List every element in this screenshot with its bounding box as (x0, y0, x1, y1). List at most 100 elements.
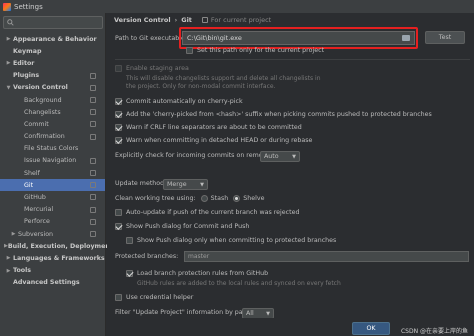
sidebar-item[interactable]: ▶ Build, Execution, Deployment (0, 240, 113, 252)
window-title: Settings (14, 2, 43, 11)
cherry-pick-suffix-checkbox[interactable] (115, 111, 122, 118)
watermark: CSDN @在亲要上岸的鱼 (400, 328, 468, 335)
tree-arrow-icon[interactable]: ▶ (4, 268, 13, 274)
load-protection-checkbox[interactable] (126, 270, 133, 277)
sidebar-item[interactable]: ▶ Languages & Frameworks (0, 252, 105, 264)
sidebar-item[interactable]: ▶ Editor (0, 57, 105, 69)
ok-button[interactable]: OK (352, 322, 390, 335)
sidebar-item[interactable]: Issue Navigation (0, 155, 105, 167)
sidebar-item[interactable]: Perforce (0, 216, 105, 228)
shelve-label: Shelve (243, 195, 265, 202)
staging-checkbox[interactable] (115, 65, 122, 72)
shelve-radio[interactable] (233, 195, 241, 202)
clean-tree-label: Clean working tree using: (115, 195, 196, 202)
chevron-down-icon: ▼ (200, 182, 204, 188)
staging-row[interactable]: Enable staging area (115, 65, 189, 72)
clean-tree-row: Clean working tree using: Stash Shelve (115, 195, 264, 202)
warn-detached-checkbox[interactable] (115, 137, 122, 144)
sidebar-item-label: File Status Colors (24, 145, 79, 153)
project-scope-icon (90, 206, 96, 213)
stash-label: Stash (210, 195, 229, 202)
set-path-row[interactable]: Set this path only for the current proje… (186, 47, 324, 54)
project-scope-icon (90, 121, 96, 128)
stash-radio[interactable] (200, 195, 208, 202)
tree-arrow-icon[interactable]: ▶ (9, 231, 18, 237)
sidebar-item[interactable]: Changelists (0, 106, 105, 118)
update-method-value: Merge (167, 181, 187, 188)
breadcrumb-parent[interactable]: Version Control (114, 16, 171, 24)
project-scope-icon (90, 218, 96, 225)
breadcrumb-separator: › (174, 16, 178, 24)
project-scope-icon (90, 157, 96, 164)
staging-hint-1: This will disable changelists support an… (126, 75, 321, 82)
protected-branches-input[interactable]: master (184, 251, 469, 262)
show-push-row[interactable]: Show Push dialog for Commit and Push (115, 223, 249, 230)
sidebar-item[interactable]: Keymap (0, 45, 105, 57)
staging-label: Enable staging area (126, 65, 189, 72)
sidebar-item-label: Subversion (18, 230, 54, 238)
sidebar-item[interactable]: Background (0, 94, 105, 106)
sidebar-item[interactable]: Advanced Settings (0, 277, 105, 289)
sidebar-item[interactable]: Plugins (0, 70, 105, 82)
auto-update-checkbox[interactable] (115, 209, 122, 216)
tree-arrow-icon[interactable]: ▶ (4, 255, 13, 261)
sidebar-item[interactable]: GitHub (0, 191, 105, 203)
credential-checkbox[interactable] (115, 294, 122, 301)
warn-crlf-checkbox[interactable] (115, 124, 122, 131)
sidebar-item[interactable]: ▶ Subversion (0, 228, 105, 240)
project-scope-icon (90, 231, 96, 237)
credential-row[interactable]: Use credential helper (115, 294, 193, 301)
set-path-label: Set this path only for the current proje… (197, 47, 325, 54)
path-label: Path to Git executable: (115, 35, 187, 42)
sidebar-item-label: Mercurial (24, 206, 54, 214)
sidebar-item[interactable]: Confirmation (0, 131, 105, 143)
sidebar-item-label: Perforce (24, 218, 50, 226)
auto-update-row[interactable]: Auto-update if push of the current branc… (115, 209, 299, 216)
highlight-box (179, 27, 418, 49)
tree-arrow-icon[interactable]: ▶ (4, 36, 13, 42)
load-protection-row[interactable]: Load branch protection rules from GitHub (126, 270, 268, 277)
tree-arrow-icon[interactable]: ▼ (4, 85, 13, 91)
cherry-pick-commit-checkbox[interactable] (115, 98, 122, 105)
update-method-select[interactable]: Merge ▼ (163, 179, 208, 190)
incoming-select[interactable]: Auto ▼ (260, 151, 300, 162)
set-path-checkbox[interactable] (186, 47, 193, 54)
sidebar-item[interactable]: Git (0, 179, 105, 192)
title-bar: Settings (0, 0, 474, 13)
project-scope-icon (90, 109, 96, 116)
sidebar-item[interactable]: ▶ Tools (0, 265, 105, 277)
cherry-pick-commit-row[interactable]: Commit automatically on cherry-pick (115, 98, 243, 105)
sidebar-item[interactable]: Shelf (0, 167, 105, 179)
app-icon (3, 2, 11, 11)
update-method-row: Update method: (115, 180, 166, 187)
sidebar-item-label: Advanced Settings (13, 279, 80, 287)
auto-update-label: Auto-update if push of the current branc… (126, 209, 300, 216)
show-push-protected-row[interactable]: Show Push dialog only when committing to… (126, 237, 336, 244)
test-button[interactable]: Test (425, 31, 465, 44)
sidebar-item-label: Languages & Frameworks (13, 254, 105, 262)
show-push-checkbox[interactable] (115, 223, 122, 230)
cherry-pick-suffix-row[interactable]: Add the 'cherry-picked from <hash>' suff… (115, 111, 432, 118)
show-push-protected-checkbox[interactable] (126, 237, 133, 244)
credential-label: Use credential helper (126, 294, 194, 301)
project-scope-icon (90, 194, 96, 201)
warn-detached-row[interactable]: Warn when committing in detached HEAD or… (115, 137, 312, 144)
sidebar-item[interactable]: File Status Colors (0, 143, 105, 155)
project-scope-icon (90, 170, 96, 177)
load-protection-label: Load branch protection rules from GitHub (137, 270, 269, 277)
tree-arrow-icon[interactable]: ▶ (4, 60, 13, 66)
warn-crlf-label: Warn if CRLF line separators are about t… (126, 124, 302, 131)
chevron-down-icon: ▼ (266, 311, 270, 317)
cherry-pick-commit-label: Commit automatically on cherry-pick (126, 98, 243, 105)
sidebar-item[interactable]: ▶ Appearance & Behavior (0, 33, 105, 45)
project-scope-icon (90, 133, 96, 140)
sidebar-item-label: GitHub (24, 194, 46, 202)
warn-crlf-row[interactable]: Warn if CRLF line separators are about t… (115, 124, 302, 131)
filter-row: Filter "Update Project" information by p… (115, 309, 255, 316)
show-push-label: Show Push dialog for Commit and Push (126, 223, 250, 230)
sidebar-item-label: Commit (24, 120, 49, 128)
settings-search-input[interactable] (3, 16, 103, 29)
sidebar-item[interactable]: Mercurial (0, 204, 105, 216)
sidebar-item[interactable]: ▼ Version Control (0, 82, 105, 94)
sidebar-item[interactable]: Commit (0, 118, 105, 130)
